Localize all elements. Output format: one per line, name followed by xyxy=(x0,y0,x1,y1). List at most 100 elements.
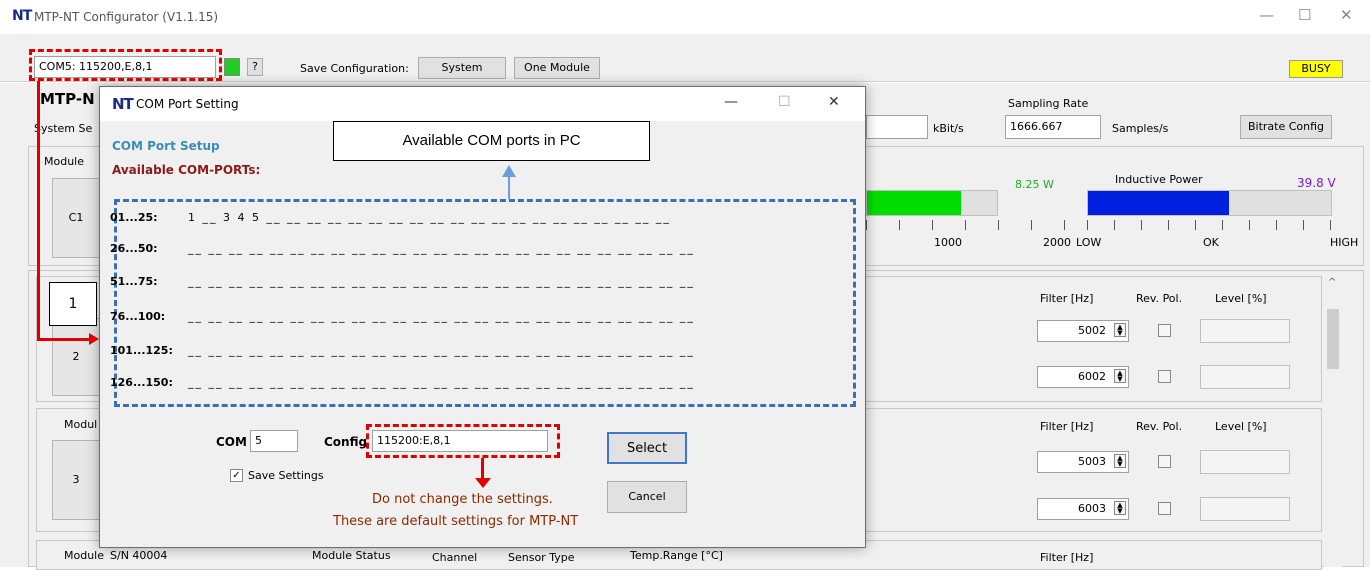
scale-1000: 1000 xyxy=(934,236,962,249)
kbits-unit: kBit/s xyxy=(933,122,964,135)
note-line-1: Do not change the settings. xyxy=(372,492,553,507)
port-range-label: 126...150: xyxy=(110,376,173,389)
app-name-heading: MTP-N xyxy=(40,90,95,108)
callout-arrow-stem xyxy=(508,177,510,199)
rev-pol-checkbox[interactable] xyxy=(1158,502,1171,515)
red-connector-vertical xyxy=(37,81,40,341)
dialog-maximize-button[interactable]: ☐ xyxy=(778,94,791,110)
sensor-type-label: Sensor Type xyxy=(508,551,575,564)
volts-value: 39.8 V xyxy=(1297,176,1336,190)
module-3-label: Modul xyxy=(64,418,98,431)
port-row: 126...150: __ __ __ __ __ __ __ __ __ __ … xyxy=(110,376,695,396)
level-field xyxy=(1200,450,1290,474)
level-field xyxy=(1200,365,1290,389)
inductive-bar-track xyxy=(1087,190,1332,216)
rev-pol-checkbox[interactable] xyxy=(1158,455,1171,468)
maximize-button[interactable]: ☐ xyxy=(1298,6,1311,24)
note-line-2: These are default settings for MTP-NT xyxy=(333,514,579,529)
settings-arrow-icon xyxy=(481,458,484,480)
bitrate-config-button[interactable]: Bitrate Config xyxy=(1240,115,1332,139)
rev-pol-label: Rev. Pol. xyxy=(1136,420,1183,433)
c1-module-button[interactable]: C1 xyxy=(52,178,100,258)
com-number-field[interactable]: 5 xyxy=(250,430,298,452)
level-label: Level [%] xyxy=(1215,420,1267,433)
scrollbar[interactable]: ^ xyxy=(1324,271,1342,567)
marker-1: 1 xyxy=(49,282,97,326)
filter-label: Filter [Hz] xyxy=(1040,551,1094,564)
save-config-label: Save Configuration: xyxy=(300,62,409,75)
level-label: Level [%] xyxy=(1215,292,1267,305)
watts-value: 8.25 W xyxy=(1015,178,1054,191)
watts-scale-ticks xyxy=(866,220,1076,230)
scroll-thumb[interactable] xyxy=(1327,309,1339,369)
sampling-rate-field[interactable]: 1666.667 xyxy=(1005,115,1101,139)
inductive-scale-ticks xyxy=(1087,220,1333,230)
scroll-up-icon[interactable]: ^ xyxy=(1328,277,1336,288)
title-bar: NT MTP-NT Configurator (V1.1.15) — ☐ ✕ xyxy=(0,0,1370,34)
port-slots[interactable]: __ __ __ __ __ __ __ __ __ __ __ __ __ _… xyxy=(188,310,695,323)
watts-bar-fill xyxy=(867,191,961,215)
port-range-label: 101...125: xyxy=(110,344,173,357)
one-module-button[interactable]: One Module xyxy=(514,57,600,79)
bitrate-value-field[interactable] xyxy=(866,115,928,139)
samples-unit: Samples/s xyxy=(1112,122,1169,135)
close-button[interactable]: ✕ xyxy=(1340,6,1353,24)
scale-high: HIGH xyxy=(1330,236,1359,249)
save-settings-checkbox[interactable]: ✓ xyxy=(230,469,243,482)
channel-label: Channel xyxy=(432,551,478,564)
minimize-button[interactable]: — xyxy=(1259,6,1274,24)
save-settings-label: Save Settings xyxy=(248,469,324,482)
module-label: Module xyxy=(44,155,84,168)
filter-label: Filter [Hz] xyxy=(1040,420,1094,433)
spin-arrows-icon[interactable]: ▲ ▼ xyxy=(1114,323,1126,337)
spin-arrows-icon[interactable]: ▲ ▼ xyxy=(1114,501,1126,515)
dialog-title-bar: NT COM Port Setting — ☐ ✕ xyxy=(100,87,865,121)
dialog-heading: COM Port Setup xyxy=(112,139,220,153)
connection-status-indicator xyxy=(224,58,240,76)
spin-arrows-icon[interactable]: ▲ ▼ xyxy=(1114,454,1126,468)
port-slots[interactable]: __ __ __ __ __ __ __ __ __ __ __ __ __ _… xyxy=(188,376,695,389)
module-3-button[interactable]: 3 xyxy=(52,440,100,520)
dialog-subheading: Available COM-PORTs: xyxy=(112,163,261,177)
ports-callout: Available COM ports in PC xyxy=(333,121,650,161)
scale-2000: 2000 xyxy=(1043,236,1071,249)
module-status-label: Module Status xyxy=(312,549,391,562)
module-2-button[interactable]: 2 xyxy=(52,318,100,396)
scale-ok: OK xyxy=(1203,236,1219,249)
port-slots[interactable]: __ __ __ __ __ __ __ __ __ __ __ __ __ _… xyxy=(188,344,695,357)
port-range-label: 51...75: xyxy=(110,275,158,288)
system-button[interactable]: System xyxy=(418,57,506,79)
config-label: Config xyxy=(324,435,368,449)
callout-arrow-head-icon xyxy=(502,165,516,177)
inductive-bar-fill xyxy=(1088,191,1229,215)
port-range-label: 26...50: xyxy=(110,242,158,255)
rev-pol-checkbox[interactable] xyxy=(1158,370,1171,383)
port-row: 101...125: __ __ __ __ __ __ __ __ __ __ … xyxy=(110,344,695,364)
com-label: COM xyxy=(216,435,247,449)
select-button[interactable]: Select xyxy=(607,432,687,464)
config-highlight xyxy=(366,424,560,458)
dialog-logo: NT xyxy=(112,95,134,113)
port-slots[interactable]: __ __ __ __ __ __ __ __ __ __ __ __ __ _… xyxy=(188,275,695,288)
port-slots[interactable]: 1 __ 3 4 5 __ __ __ __ __ __ __ __ __ __… xyxy=(188,211,671,224)
sampling-rate-label: Sampling Rate xyxy=(1008,97,1089,110)
dialog-minimize-button[interactable]: — xyxy=(724,94,738,110)
rev-pol-checkbox[interactable] xyxy=(1158,324,1171,337)
module-4-label: Module xyxy=(64,549,104,562)
port-slots[interactable]: __ __ __ __ __ __ __ __ __ __ __ __ __ _… xyxy=(188,242,695,255)
watts-bar-track xyxy=(866,190,998,216)
port-row: 26...50: __ __ __ __ __ __ __ __ __ __ __… xyxy=(110,242,695,262)
dialog-close-button[interactable]: ✕ xyxy=(828,94,840,110)
help-button[interactable]: ? xyxy=(247,58,263,76)
port-row: 76...100: __ __ __ __ __ __ __ __ __ __ _… xyxy=(110,310,695,330)
port-row: 51...75: __ __ __ __ __ __ __ __ __ __ __… xyxy=(110,275,695,295)
port-range-label: 76...100: xyxy=(110,310,166,323)
temp-range-label: Temp.Range [°C] xyxy=(630,549,723,562)
window-title: MTP-NT Configurator (V1.1.15) xyxy=(34,10,219,24)
cancel-button[interactable]: Cancel xyxy=(607,481,687,513)
scale-low: LOW xyxy=(1076,236,1102,249)
busy-badge: BUSY xyxy=(1289,60,1343,78)
spin-arrows-icon[interactable]: ▲ ▼ xyxy=(1114,369,1126,383)
red-arrow-head-icon xyxy=(89,333,99,345)
level-field xyxy=(1200,497,1290,521)
